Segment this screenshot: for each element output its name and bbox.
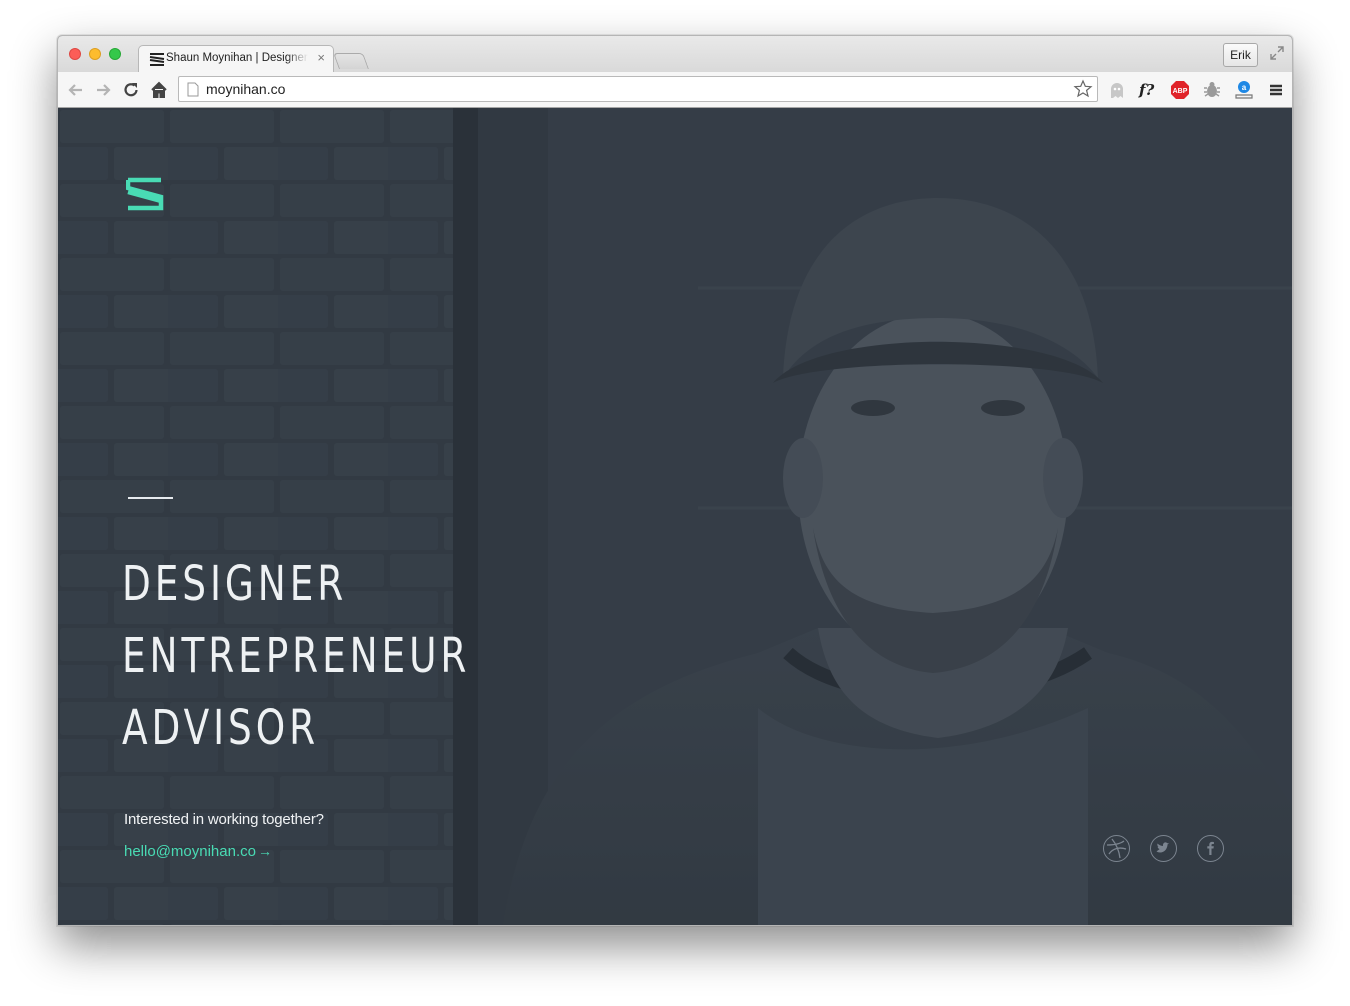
profile-button[interactable]: Erik xyxy=(1223,43,1258,67)
amazon-icon[interactable]: a xyxy=(1234,80,1254,100)
cta-text: Interested in working together? xyxy=(124,811,324,828)
menu-icon[interactable] xyxy=(1266,80,1286,100)
site-logo-icon xyxy=(126,177,164,211)
tab-active[interactable]: Shaun Moynihan | Designer, Entrepreneur,… xyxy=(138,45,334,72)
hero-photo xyxy=(58,108,1292,925)
headline: DESIGNER ENTREPRENEUR ADVISOR xyxy=(122,548,470,764)
tab-close-icon[interactable]: × xyxy=(317,50,325,65)
fullscreen-icon[interactable] xyxy=(1269,45,1285,61)
svg-text:a: a xyxy=(1242,83,1247,92)
browser-window: Shaun Moynihan | Designer, Entrepreneur,… xyxy=(57,35,1293,926)
adblock-icon[interactable]: ABP xyxy=(1170,80,1190,100)
reload-icon[interactable] xyxy=(121,80,141,100)
new-tab-button[interactable] xyxy=(333,53,369,69)
url-text[interactable]: moynihan.co xyxy=(206,81,285,97)
tab-title: Shaun Moynihan | Designer, Entrepreneur,… xyxy=(166,52,308,64)
headline-line-2: ENTREPRENEUR xyxy=(122,628,471,684)
home-icon[interactable] xyxy=(149,80,169,100)
bug-icon[interactable] xyxy=(1202,80,1222,100)
back-icon[interactable] xyxy=(66,80,86,100)
svg-text:f?: f? xyxy=(1138,81,1154,99)
twitter-icon[interactable] xyxy=(1150,835,1177,862)
tab-strip: Shaun Moynihan | Designer, Entrepreneur,… xyxy=(58,36,1292,72)
headline-line-3: ADVISOR xyxy=(122,700,319,756)
headline-line-1: DESIGNER xyxy=(122,556,348,612)
site-logo-icon xyxy=(149,53,165,66)
page-icon xyxy=(187,82,199,97)
address-bar[interactable]: moynihan.co xyxy=(178,76,1098,102)
toolbar: moynihan.co f? ABP a xyxy=(58,72,1292,108)
close-window-button[interactable] xyxy=(69,48,81,60)
svg-text:ABP: ABP xyxy=(1173,88,1188,95)
email-link[interactable]: hello@moynihan.co xyxy=(124,843,256,860)
bookmark-star-icon[interactable] xyxy=(1073,79,1093,99)
minimize-window-button[interactable] xyxy=(89,48,101,60)
divider-rule xyxy=(128,497,173,499)
facebook-icon[interactable] xyxy=(1197,835,1224,862)
arrow-right-icon[interactable]: → xyxy=(258,843,272,859)
maximize-window-button[interactable] xyxy=(109,48,121,60)
ghost-icon[interactable] xyxy=(1107,80,1127,100)
dribbble-icon[interactable] xyxy=(1103,835,1130,862)
font-icon[interactable]: f? xyxy=(1138,80,1160,100)
forward-icon[interactable] xyxy=(93,80,113,100)
web-page: DESIGNER ENTREPRENEUR ADVISOR Interested… xyxy=(58,108,1292,925)
